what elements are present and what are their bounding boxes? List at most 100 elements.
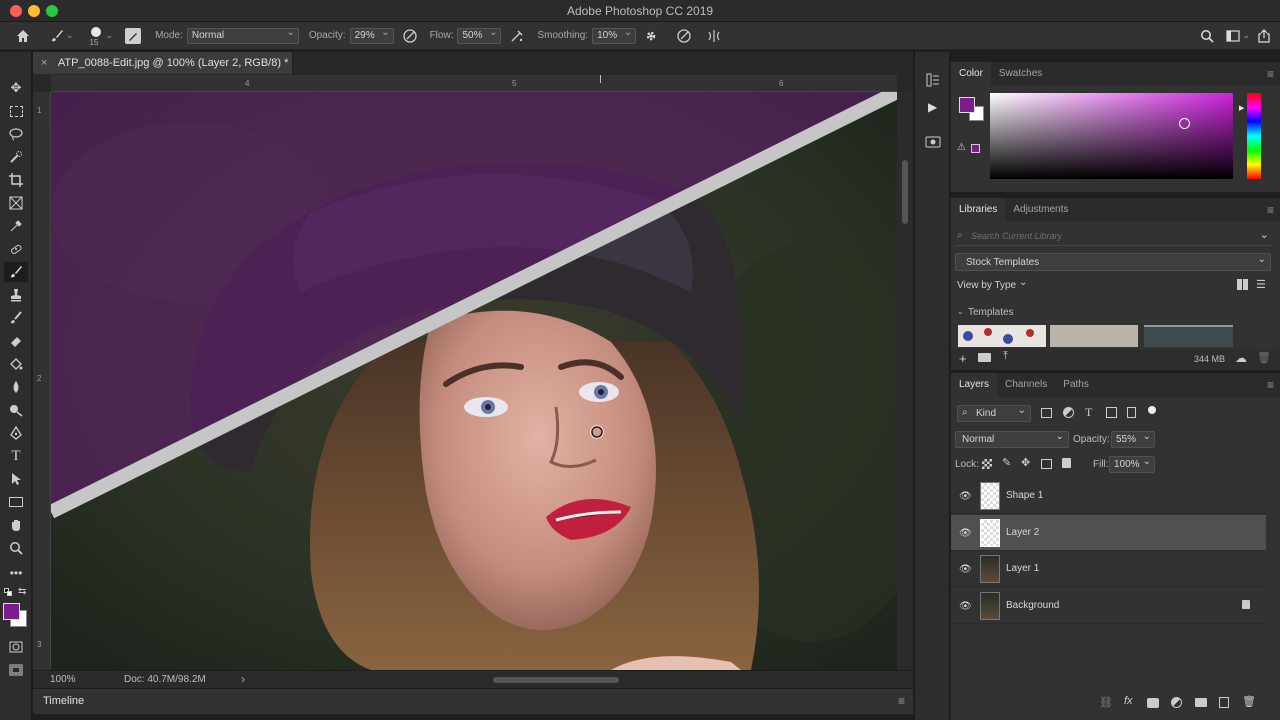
layer-name[interactable]: Layer 1 — [1006, 563, 1039, 574]
timeline-tab[interactable]: Timeline — [43, 695, 84, 707]
folder-icon[interactable] — [978, 353, 991, 362]
gamut-color-chip[interactable] — [971, 144, 980, 153]
layer-name[interactable]: Shape 1 — [1006, 490, 1043, 501]
status-menu-arrow-icon[interactable]: › — [241, 672, 245, 686]
home-icon[interactable] — [14, 28, 32, 44]
view-by-type-dropdown[interactable]: View by Type — [957, 280, 1016, 291]
visibility-eye-icon[interactable]: 👁 — [959, 601, 972, 612]
edit-toolbar-icon[interactable]: ••• — [4, 563, 28, 583]
trash-icon[interactable]: 🗑 — [1257, 351, 1271, 364]
new-group-icon[interactable] — [1195, 698, 1207, 707]
brush-settings-icon[interactable] — [125, 27, 142, 44]
type-tool-icon[interactable]: T — [4, 446, 28, 466]
panel-menu-icon[interactable]: ≡ — [1267, 203, 1274, 217]
chevron-down-icon[interactable]: ⌄ — [1260, 228, 1269, 241]
hand-tool-icon[interactable] — [4, 515, 28, 535]
filter-shape-icon[interactable] — [1106, 407, 1117, 418]
tab-swatches[interactable]: Swatches — [991, 62, 1050, 86]
template-thumbnail[interactable] — [1144, 325, 1233, 347]
chevron-down-icon[interactable]: ⌄ — [957, 307, 964, 316]
delete-layer-icon[interactable]: 🗑 — [1242, 695, 1256, 708]
marquee-tool-icon[interactable] — [4, 101, 28, 121]
blend-mode-select[interactable]: Normal ⌄ — [955, 431, 1069, 448]
tab-adjustments[interactable]: Adjustments — [1005, 198, 1076, 222]
close-tab-icon[interactable]: × — [41, 57, 47, 69]
swap-colors-icon[interactable]: ⇆ — [18, 586, 26, 597]
library-search[interactable]: ⌕ Search Current Library ⌄ — [955, 228, 1273, 246]
hue-slider[interactable] — [1247, 93, 1261, 179]
history-icon[interactable] — [925, 72, 941, 91]
mode-select[interactable]: Normal — [186, 27, 299, 44]
panel-menu-icon[interactable]: ≡ — [1267, 378, 1274, 392]
layer-row-layer-1[interactable]: 👁 Layer 1 — [951, 551, 1266, 587]
visibility-eye-icon[interactable]: 👁 — [959, 564, 972, 575]
color-picker-cursor[interactable] — [1179, 118, 1190, 129]
tab-paths[interactable]: Paths — [1055, 373, 1097, 397]
dodge-tool-icon[interactable] — [4, 400, 28, 420]
ruler-vertical[interactable]: 1 2 3 — [33, 92, 51, 670]
gear-icon[interactable] — [644, 29, 658, 43]
zoom-level[interactable]: 100% — [50, 674, 76, 685]
rectangle-tool-icon[interactable] — [4, 492, 28, 512]
document-tab[interactable]: × ATP_0088-Edit.jpg @ 100% (Layer 2, RGB… — [33, 52, 293, 74]
smoothing-select[interactable]: 10% — [592, 27, 637, 44]
actions-play-icon[interactable]: ▶ — [928, 100, 937, 114]
upload-icon[interactable]: ⤒ — [1003, 350, 1008, 363]
filter-toggle-icon[interactable] — [1148, 406, 1156, 414]
tab-color[interactable]: Color — [951, 62, 991, 86]
clone-stamp-tool-icon[interactable] — [4, 285, 28, 305]
layer-name[interactable]: Background — [1006, 600, 1059, 611]
lock-artboard-icon[interactable] — [1041, 459, 1052, 469]
out-of-gamut-warning-icon[interactable]: ⚠ — [957, 142, 966, 153]
template-thumbnail[interactable] — [958, 325, 1046, 347]
layer-row-layer-2[interactable]: 👁 Layer 2 — [951, 515, 1266, 551]
brush-tool-icon[interactable] — [4, 262, 28, 282]
add-mask-icon[interactable] — [1147, 698, 1159, 708]
layer-row-background[interactable]: 👁 Background — [951, 588, 1266, 624]
foreground-color-swatch[interactable] — [3, 603, 20, 620]
layer-style-fx-icon[interactable]: fx — [1124, 695, 1133, 707]
panel-menu-icon[interactable]: ≡ — [898, 694, 905, 708]
opacity-select[interactable]: 29% — [349, 27, 394, 44]
frame-tool-icon[interactable] — [4, 193, 28, 213]
link-layers-icon[interactable]: ⛓ — [1099, 696, 1113, 709]
library-select[interactable]: Stock Templates ⌄ — [955, 253, 1271, 271]
symmetry-icon[interactable] — [706, 28, 722, 44]
filter-pixel-icon[interactable] — [1041, 408, 1052, 418]
search-icon[interactable] — [1200, 29, 1215, 43]
lock-all-icon[interactable] — [1062, 458, 1071, 468]
pressure-opacity-icon[interactable] — [402, 28, 418, 44]
new-layer-icon[interactable] — [1219, 697, 1229, 708]
default-colors-icon[interactable] — [4, 588, 12, 596]
pen-tool-icon[interactable] — [4, 423, 28, 443]
layer-row-shape-1[interactable]: 👁 Shape 1 — [951, 478, 1266, 514]
tab-layers[interactable]: Layers — [951, 373, 998, 397]
visibility-eye-icon[interactable]: 👁 — [959, 491, 972, 502]
layer-name[interactable]: Layer 2 — [1006, 527, 1039, 538]
filter-adjustment-icon[interactable] — [1063, 407, 1074, 418]
path-selection-tool-icon[interactable] — [4, 469, 28, 489]
foreground-color-chip[interactable] — [959, 97, 975, 113]
filter-type-icon[interactable]: T — [1085, 405, 1092, 420]
image-canvas[interactable] — [51, 92, 897, 670]
hue-slider-arrow-icon[interactable]: ▶ — [1239, 104, 1244, 112]
history-brush-tool-icon[interactable] — [4, 308, 28, 328]
chevron-down-icon[interactable]: ⌄ — [106, 30, 114, 41]
grid-view-icon[interactable] — [1237, 279, 1248, 290]
filter-smart-object-icon[interactable] — [1127, 407, 1136, 418]
visibility-eye-icon[interactable]: 👁 — [959, 528, 972, 539]
chevron-down-icon[interactable]: ⌄ — [66, 30, 74, 41]
chevron-down-icon[interactable]: ⌄ — [1019, 277, 1027, 288]
tab-channels[interactable]: Channels — [997, 373, 1055, 397]
quick-selection-tool-icon[interactable] — [4, 147, 28, 167]
brush-icon[interactable] — [50, 29, 64, 43]
lock-transparent-icon[interactable] — [982, 459, 992, 469]
workspace-icon[interactable] — [1226, 29, 1241, 42]
color-field[interactable] — [990, 93, 1233, 179]
vertical-scrollbar[interactable] — [897, 92, 913, 670]
cloud-sync-icon[interactable]: ☁ — [1235, 351, 1247, 365]
paint-bucket-tool-icon[interactable] — [4, 354, 28, 374]
tab-libraries[interactable]: Libraries — [951, 198, 1006, 222]
lock-image-icon[interactable]: ✎ — [1002, 456, 1011, 469]
lasso-tool-icon[interactable] — [4, 124, 28, 144]
